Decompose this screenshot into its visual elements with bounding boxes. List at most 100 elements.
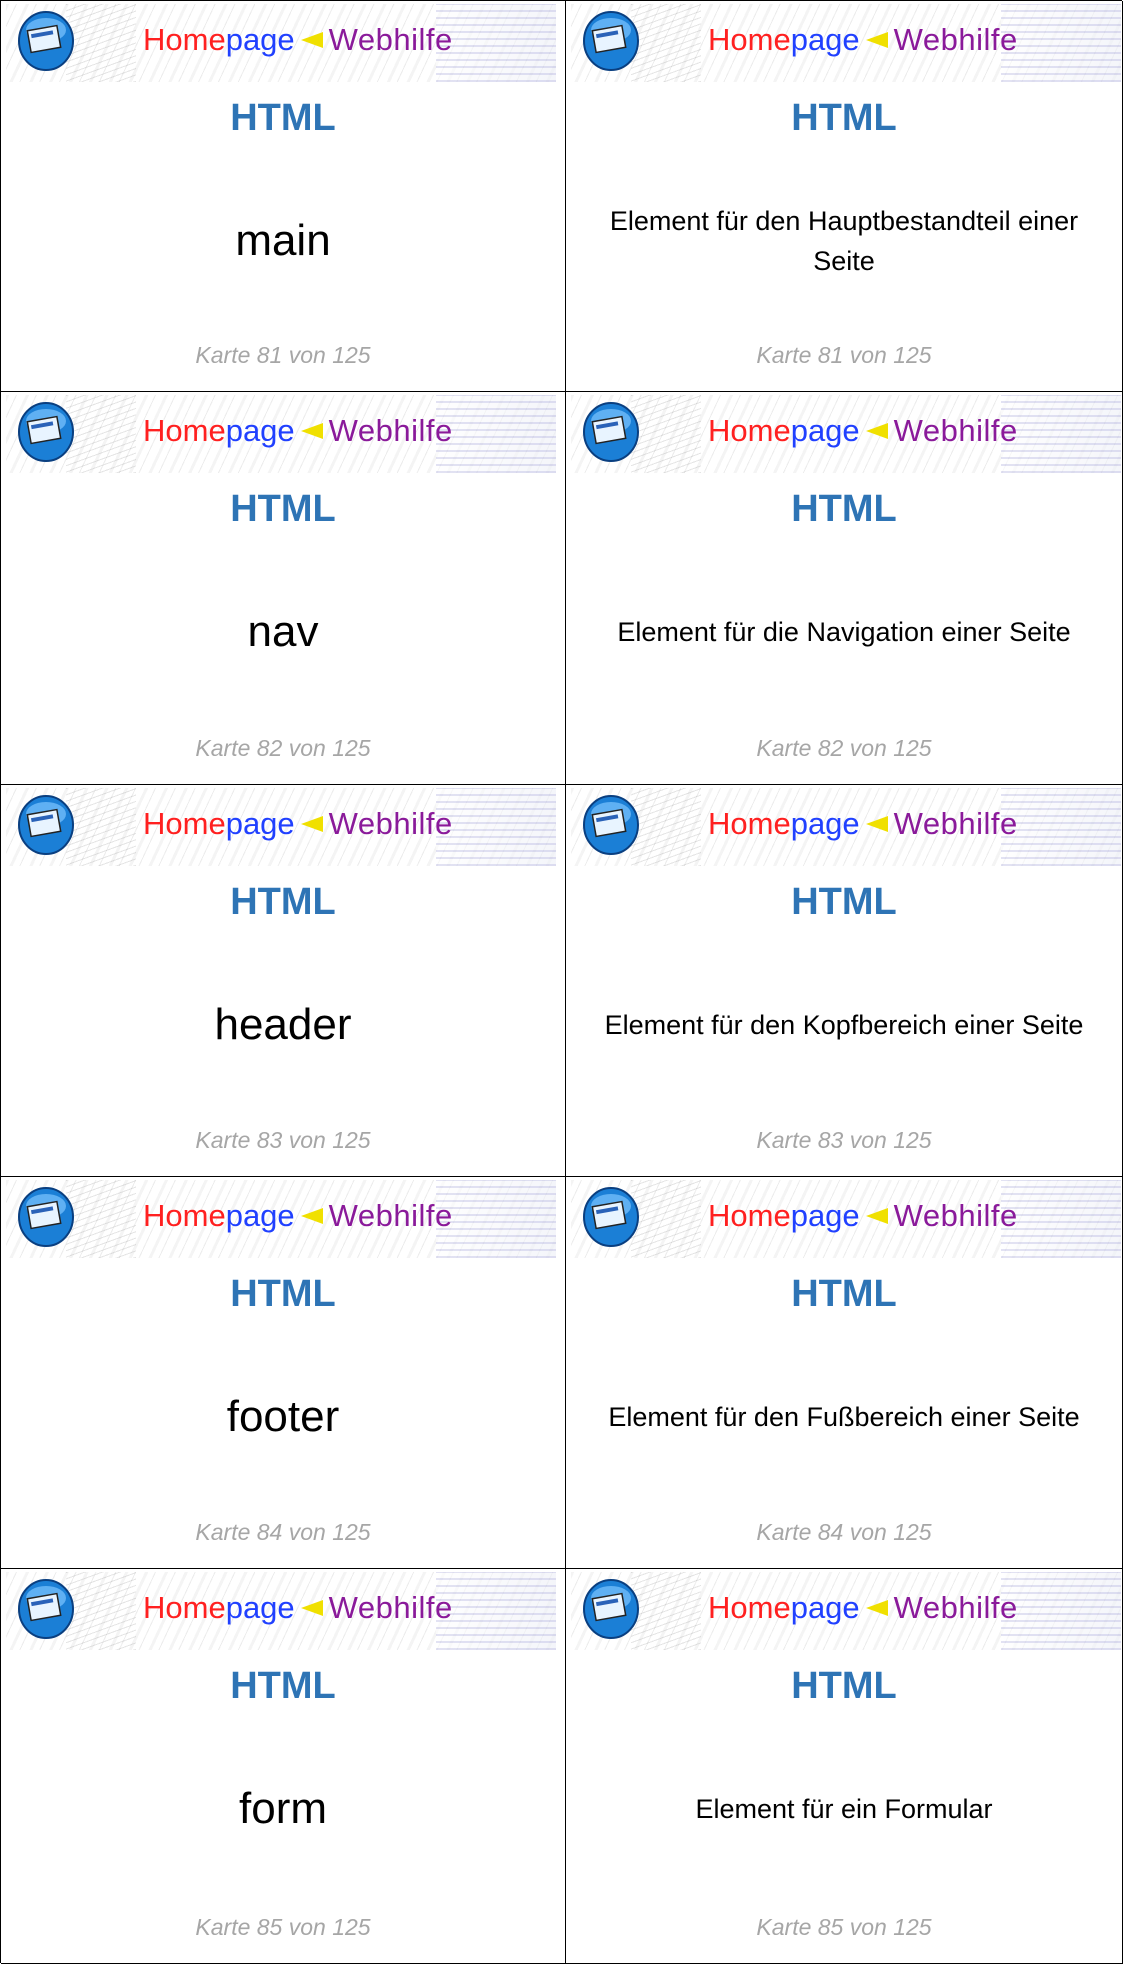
card-counter: Karte 83 von 125 xyxy=(195,1127,371,1153)
brand-webhilfe: Webhilfe xyxy=(328,1590,453,1625)
banner-texture xyxy=(631,395,701,473)
brand-logo-text: Homepage Webhilfe xyxy=(708,20,1018,60)
arrow-icon xyxy=(300,1207,323,1224)
banner-texture xyxy=(1001,788,1121,866)
card-back: Homepage Webhilfe HTML Element für ein Fo… xyxy=(566,1569,1123,1964)
arrow-icon xyxy=(865,422,888,439)
monitor-logo-icon xyxy=(583,11,639,71)
banner: Homepage Webhilfe xyxy=(6,1180,556,1258)
card-counter: Karte 81 von 125 xyxy=(756,342,932,368)
banner-texture xyxy=(436,4,556,82)
card-front: Homepage Webhilfe HTML header Karte 83 vo… xyxy=(1,785,566,1177)
card-subject: HTML xyxy=(791,488,897,530)
card-back: Homepage Webhilfe HTML Element für den Ha… xyxy=(566,1,1123,392)
arrow-icon xyxy=(865,1599,888,1616)
card-subject: HTML xyxy=(791,97,897,139)
banner: Homepage Webhilfe xyxy=(6,788,556,866)
card-front: Homepage Webhilfe HTML main Karte 81 von … xyxy=(1,1,566,392)
monitor-logo-icon xyxy=(583,795,639,855)
brand-page: page xyxy=(790,1198,860,1233)
card-counter: Karte 82 von 125 xyxy=(195,735,371,761)
card-subject: HTML xyxy=(230,1273,336,1315)
banner-texture xyxy=(631,1572,701,1650)
arrow-icon xyxy=(865,1207,888,1224)
brand-home: Home xyxy=(143,413,226,448)
banner-texture xyxy=(436,1572,556,1650)
banner-texture xyxy=(66,4,136,82)
card-front: Homepage Webhilfe HTML nav Karte 82 von 1… xyxy=(1,392,566,785)
banner-texture xyxy=(66,1180,136,1258)
card-answer: Element für den Fußbereich einer Seite xyxy=(608,1402,1080,1432)
card-subject: HTML xyxy=(791,881,897,923)
card-counter: Karte 83 von 125 xyxy=(756,1127,932,1153)
card-back: Homepage Webhilfe HTML Element für die Na… xyxy=(566,392,1123,785)
arrow-icon xyxy=(300,1599,323,1616)
card-counter: Karte 84 von 125 xyxy=(756,1519,932,1545)
card-front: Homepage Webhilfe HTML footer Karte 84 vo… xyxy=(1,1177,566,1569)
banner-texture xyxy=(66,788,136,866)
monitor-logo-icon xyxy=(583,1579,639,1639)
card-answer: Element für die Navigation einer Seite xyxy=(617,617,1071,647)
brand-page: page xyxy=(225,413,295,448)
brand-logo-text: Homepage Webhilfe xyxy=(143,20,453,60)
brand-home: Home xyxy=(143,806,226,841)
card-subject: HTML xyxy=(230,1665,336,1707)
brand-page: page xyxy=(790,806,860,841)
brand-webhilfe: Webhilfe xyxy=(328,1198,453,1233)
brand-home: Home xyxy=(708,413,791,448)
monitor-logo-icon xyxy=(18,1579,74,1639)
monitor-logo-icon xyxy=(18,11,74,71)
brand-webhilfe: Webhilfe xyxy=(328,806,453,841)
brand-webhilfe: Webhilfe xyxy=(328,22,453,57)
brand-logo-text: Homepage Webhilfe xyxy=(143,1588,453,1628)
banner: Homepage Webhilfe xyxy=(571,1180,1121,1258)
banner-texture xyxy=(1001,4,1121,82)
brand-logo-text: Homepage Webhilfe xyxy=(143,1196,453,1236)
banner-texture xyxy=(631,1180,701,1258)
card-counter: Karte 85 von 125 xyxy=(756,1914,932,1940)
card-answer: Element für den Kopfbereich einer Seite xyxy=(604,1010,1084,1040)
brand-page: page xyxy=(790,413,860,448)
brand-logo-text: Homepage Webhilfe xyxy=(708,411,1018,451)
card-answer: Element für ein Formular xyxy=(695,1794,993,1824)
brand-page: page xyxy=(225,1198,295,1233)
card-question: nav xyxy=(247,607,319,656)
arrow-icon xyxy=(300,422,323,439)
brand-home: Home xyxy=(143,1590,226,1625)
brand-webhilfe: Webhilfe xyxy=(328,413,453,448)
brand-page: page xyxy=(225,806,295,841)
brand-webhilfe: Webhilfe xyxy=(893,1198,1018,1233)
card-counter: Karte 85 von 125 xyxy=(195,1914,371,1940)
banner: Homepage Webhilfe xyxy=(571,1572,1121,1650)
card-counter: Karte 82 von 125 xyxy=(756,735,932,761)
brand-home: Home xyxy=(708,806,791,841)
card-answer: Element für den Hauptbestandteil einer S… xyxy=(609,206,1079,276)
card-front: Homepage Webhilfe HTML form Karte 85 von … xyxy=(1,1569,566,1964)
brand-webhilfe: Webhilfe xyxy=(893,806,1018,841)
flashcard-grid: Homepage Webhilfe HTML main Karte 81 von … xyxy=(0,0,1123,1964)
card-question: header xyxy=(214,1000,352,1049)
brand-page: page xyxy=(225,22,295,57)
brand-logo-text: Homepage Webhilfe xyxy=(708,1196,1018,1236)
banner-texture xyxy=(1001,1572,1121,1650)
card-counter: Karte 81 von 125 xyxy=(195,342,371,368)
monitor-logo-icon xyxy=(18,402,74,462)
card-back: Homepage Webhilfe HTML Element für den Fu… xyxy=(566,1177,1123,1569)
brand-webhilfe: Webhilfe xyxy=(893,413,1018,448)
monitor-logo-icon xyxy=(583,402,639,462)
brand-home: Home xyxy=(708,1198,791,1233)
banner: Homepage Webhilfe xyxy=(6,1572,556,1650)
monitor-logo-icon xyxy=(18,795,74,855)
banner: Homepage Webhilfe xyxy=(6,395,556,473)
banner: Homepage Webhilfe xyxy=(571,4,1121,82)
card-subject: HTML xyxy=(230,97,336,139)
arrow-icon xyxy=(300,815,323,832)
arrow-icon xyxy=(865,815,888,832)
banner-texture xyxy=(631,788,701,866)
banner-texture xyxy=(66,395,136,473)
banner-texture xyxy=(1001,395,1121,473)
card-subject: HTML xyxy=(230,881,336,923)
arrow-icon xyxy=(300,31,323,48)
brand-home: Home xyxy=(708,22,791,57)
monitor-logo-icon xyxy=(18,1187,74,1247)
